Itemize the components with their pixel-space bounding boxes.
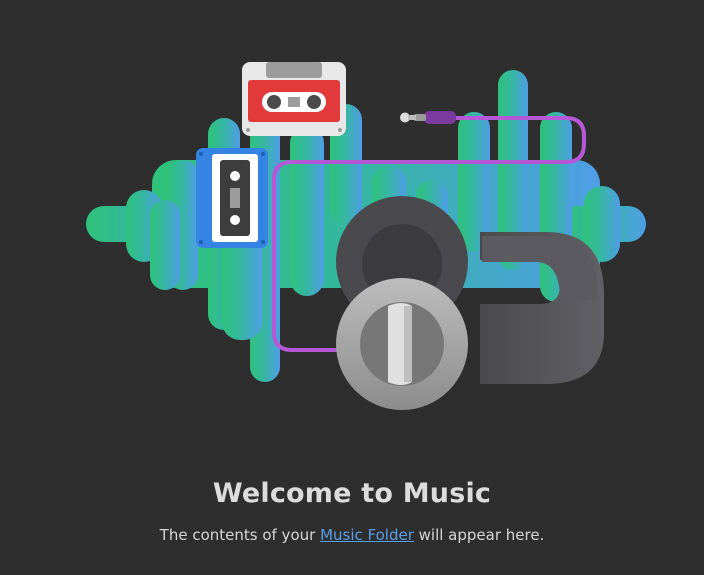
- message-suffix: will appear here.: [413, 526, 545, 544]
- red-cassette-icon: [242, 62, 346, 136]
- audio-jack-icon: [400, 111, 456, 124]
- empty-state-message: The contents of your Music Folder will a…: [0, 526, 704, 544]
- empty-state-title: Welcome to Music: [212, 478, 492, 509]
- music-folder-link[interactable]: Music Folder: [320, 526, 414, 544]
- music-empty-view: Welcome to Music The contents of your Mu…: [0, 0, 704, 575]
- music-illustration: [86, 62, 646, 410]
- message-prefix: The contents of your: [159, 526, 321, 544]
- blue-cassette-icon: [196, 148, 268, 248]
